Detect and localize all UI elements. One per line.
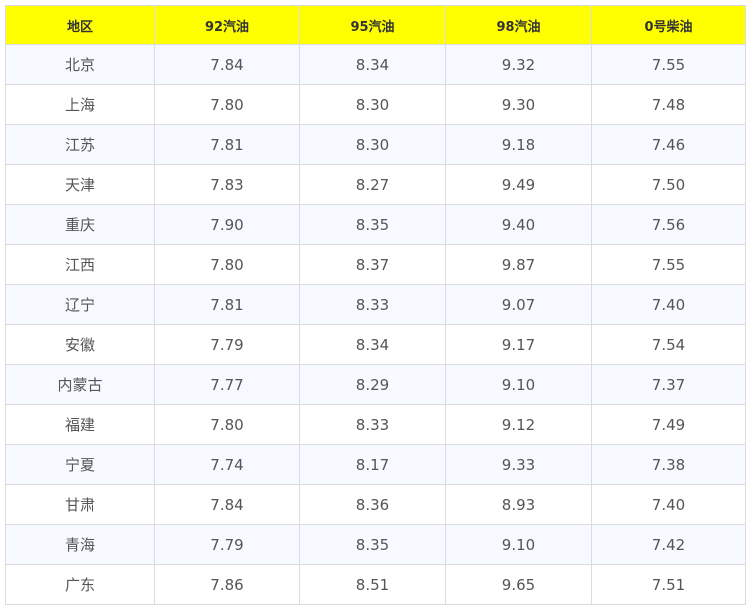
region-cell: 宁夏 bbox=[5, 444, 155, 485]
region-cell: 江西 bbox=[5, 244, 155, 285]
price-98-cell: 9.12 bbox=[445, 404, 592, 445]
price-98-cell: 9.18 bbox=[445, 124, 592, 165]
price-92-cell: 7.79 bbox=[154, 524, 300, 565]
price-92-cell: 7.90 bbox=[154, 204, 300, 245]
price-95-cell: 8.34 bbox=[299, 324, 446, 365]
price-98-cell: 8.93 bbox=[445, 484, 592, 525]
table-body: 北京 7.84 8.34 9.32 7.55 上海 7.80 8.30 9.30 7.48 江苏 7.… bbox=[5, 44, 746, 605]
price-diesel-cell: 7.55 bbox=[591, 44, 746, 85]
price-95-cell: 8.33 bbox=[299, 284, 446, 325]
table-row: 江西 7.80 8.37 9.87 7.55 bbox=[5, 244, 746, 285]
price-diesel-cell: 7.42 bbox=[591, 524, 746, 565]
region-cell: 天津 bbox=[5, 164, 155, 205]
table-row: 广东 7.86 8.51 9.65 7.51 bbox=[5, 564, 746, 605]
price-95-cell: 8.35 bbox=[299, 204, 446, 245]
header-region: 地区 bbox=[5, 5, 155, 45]
table-row: 天津 7.83 8.27 9.49 7.50 bbox=[5, 164, 746, 205]
price-diesel-cell: 7.55 bbox=[591, 244, 746, 285]
header-row: 地区 92汽油 95汽油 98汽油 0号柴油 bbox=[5, 5, 746, 45]
price-diesel-cell: 7.56 bbox=[591, 204, 746, 245]
price-diesel-cell: 7.50 bbox=[591, 164, 746, 205]
price-diesel-cell: 7.40 bbox=[591, 484, 746, 525]
price-95-cell: 8.37 bbox=[299, 244, 446, 285]
price-98-cell: 9.32 bbox=[445, 44, 592, 85]
region-cell: 重庆 bbox=[5, 204, 155, 245]
price-diesel-cell: 7.48 bbox=[591, 84, 746, 125]
price-92-cell: 7.80 bbox=[154, 244, 300, 285]
price-98-cell: 9.10 bbox=[445, 524, 592, 565]
header-0-diesel: 0号柴油 bbox=[591, 5, 746, 45]
price-95-cell: 8.51 bbox=[299, 564, 446, 605]
price-diesel-cell: 7.46 bbox=[591, 124, 746, 165]
price-92-cell: 7.81 bbox=[154, 124, 300, 165]
price-diesel-cell: 7.38 bbox=[591, 444, 746, 485]
price-diesel-cell: 7.40 bbox=[591, 284, 746, 325]
price-98-cell: 9.33 bbox=[445, 444, 592, 485]
price-98-cell: 9.49 bbox=[445, 164, 592, 205]
price-diesel-cell: 7.37 bbox=[591, 364, 746, 405]
region-cell: 辽宁 bbox=[5, 284, 155, 325]
table-row: 北京 7.84 8.34 9.32 7.55 bbox=[5, 44, 746, 85]
price-95-cell: 8.29 bbox=[299, 364, 446, 405]
price-95-cell: 8.35 bbox=[299, 524, 446, 565]
region-cell: 江苏 bbox=[5, 124, 155, 165]
price-92-cell: 7.81 bbox=[154, 284, 300, 325]
price-95-cell: 8.33 bbox=[299, 404, 446, 445]
price-98-cell: 9.30 bbox=[445, 84, 592, 125]
region-cell: 上海 bbox=[5, 84, 155, 125]
price-92-cell: 7.74 bbox=[154, 444, 300, 485]
table-row: 甘肃 7.84 8.36 8.93 7.40 bbox=[5, 484, 746, 525]
region-cell: 安徽 bbox=[5, 324, 155, 365]
price-diesel-cell: 7.51 bbox=[591, 564, 746, 605]
price-98-cell: 9.65 bbox=[445, 564, 592, 605]
price-98-cell: 9.40 bbox=[445, 204, 592, 245]
price-95-cell: 8.36 bbox=[299, 484, 446, 525]
header-95-gasoline: 95汽油 bbox=[299, 5, 446, 45]
price-95-cell: 8.17 bbox=[299, 444, 446, 485]
price-95-cell: 8.30 bbox=[299, 124, 446, 165]
price-diesel-cell: 7.54 bbox=[591, 324, 746, 365]
region-cell: 青海 bbox=[5, 524, 155, 565]
table-row: 青海 7.79 8.35 9.10 7.42 bbox=[5, 524, 746, 565]
region-cell: 广东 bbox=[5, 564, 155, 605]
table-row: 内蒙古 7.77 8.29 9.10 7.37 bbox=[5, 364, 746, 405]
price-98-cell: 9.07 bbox=[445, 284, 592, 325]
region-cell: 北京 bbox=[5, 44, 155, 85]
price-92-cell: 7.77 bbox=[154, 364, 300, 405]
region-cell: 内蒙古 bbox=[5, 364, 155, 405]
price-92-cell: 7.83 bbox=[154, 164, 300, 205]
price-92-cell: 7.84 bbox=[154, 484, 300, 525]
price-92-cell: 7.86 bbox=[154, 564, 300, 605]
price-98-cell: 9.17 bbox=[445, 324, 592, 365]
table-row: 宁夏 7.74 8.17 9.33 7.38 bbox=[5, 444, 746, 485]
fuel-price-table: 地区 92汽油 95汽油 98汽油 0号柴油 北京 7.84 8.34 9.32 7.5… bbox=[5, 5, 746, 605]
price-95-cell: 8.30 bbox=[299, 84, 446, 125]
price-98-cell: 9.10 bbox=[445, 364, 592, 405]
table-row: 江苏 7.81 8.30 9.18 7.46 bbox=[5, 124, 746, 165]
header-98-gasoline: 98汽油 bbox=[445, 5, 592, 45]
table-row: 安徽 7.79 8.34 9.17 7.54 bbox=[5, 324, 746, 365]
price-92-cell: 7.79 bbox=[154, 324, 300, 365]
price-92-cell: 7.84 bbox=[154, 44, 300, 85]
table-row: 上海 7.80 8.30 9.30 7.48 bbox=[5, 84, 746, 125]
table-row: 辽宁 7.81 8.33 9.07 7.40 bbox=[5, 284, 746, 325]
page: 地区 92汽油 95汽油 98汽油 0号柴油 北京 7.84 8.34 9.32 7.5… bbox=[0, 0, 752, 611]
price-98-cell: 9.87 bbox=[445, 244, 592, 285]
table-row: 福建 7.80 8.33 9.12 7.49 bbox=[5, 404, 746, 445]
price-92-cell: 7.80 bbox=[154, 404, 300, 445]
price-95-cell: 8.27 bbox=[299, 164, 446, 205]
table-row: 重庆 7.90 8.35 9.40 7.56 bbox=[5, 204, 746, 245]
price-92-cell: 7.80 bbox=[154, 84, 300, 125]
table-header: 地区 92汽油 95汽油 98汽油 0号柴油 bbox=[5, 5, 746, 45]
region-cell: 甘肃 bbox=[5, 484, 155, 525]
region-cell: 福建 bbox=[5, 404, 155, 445]
price-diesel-cell: 7.49 bbox=[591, 404, 746, 445]
price-95-cell: 8.34 bbox=[299, 44, 446, 85]
header-92-gasoline: 92汽油 bbox=[154, 5, 300, 45]
